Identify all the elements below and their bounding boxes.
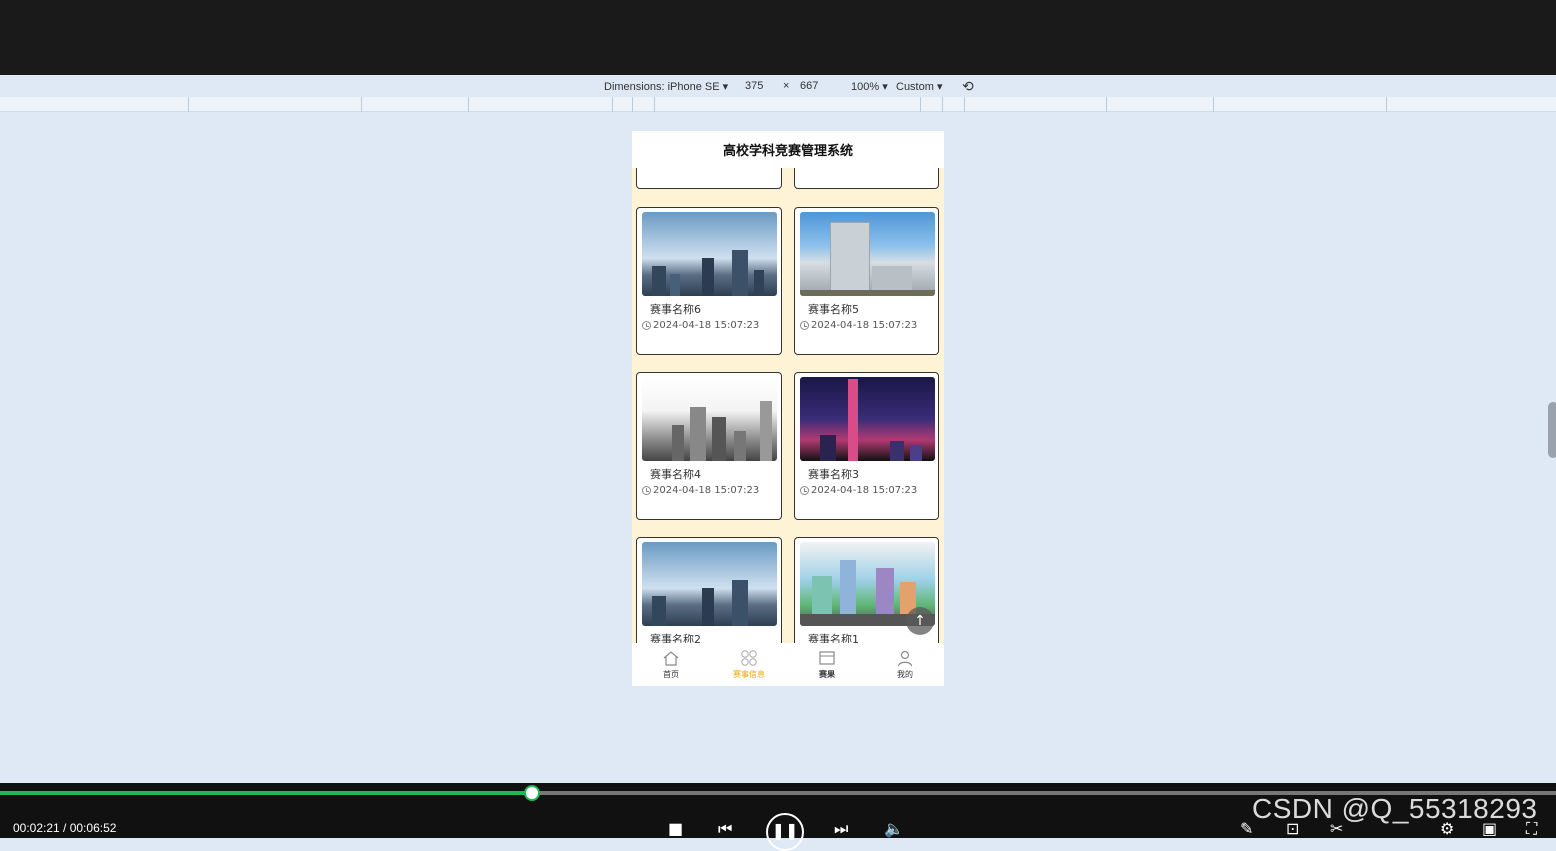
tab-mine[interactable]: 我的 <box>866 643 944 686</box>
competition-name: 赛事名称3 <box>808 468 859 481</box>
competition-name: 赛事名称6 <box>650 303 701 316</box>
grid-icon <box>741 650 757 666</box>
back-to-top-button[interactable]: ↑ <box>906 607 934 635</box>
home-icon <box>663 651 679 666</box>
clock-icon <box>800 321 809 330</box>
page-scrollbar-thumb[interactable] <box>1548 402 1556 458</box>
clock-icon <box>800 486 809 495</box>
throttle-dropdown[interactable]: Custom ▾ <box>896 80 942 93</box>
competition-card[interactable]: 赛事名称4 2024-04-18 15:07:23 <box>636 372 782 520</box>
dimensions-dropdown[interactable]: Dimensions: iPhone SE ▾ <box>604 80 728 93</box>
competition-time: 2024-04-18 15:07:23 <box>642 485 759 496</box>
pause-icon[interactable]: ❚❚ <box>766 813 804 851</box>
media-query-ruler <box>0 97 1556 112</box>
user-icon <box>897 650 913 667</box>
devtools-device-toolbar: Dimensions: iPhone SE ▾ 375 × 667 100% ▾… <box>0 75 1556 97</box>
tab-competition-info[interactable]: 赛事信息 <box>710 643 788 686</box>
previous-icon[interactable]: ⏮ <box>718 819 732 839</box>
width-input[interactable]: 375 <box>745 80 763 92</box>
phone-viewport: 高校学科竞赛管理系统 赛事名称6 2024-04-18 15:07:23 赛事名… <box>632 131 944 686</box>
playback-time: 00:02:21 / 00:06:52 <box>13 821 117 835</box>
tab-results[interactable]: 赛果 <box>788 643 866 686</box>
times-sign: × <box>783 80 790 92</box>
competition-time: 2024-04-18 15:07:23 <box>642 320 759 331</box>
progress-knob[interactable] <box>524 785 541 801</box>
tab-home[interactable]: 首页 <box>632 643 710 686</box>
page-title: 高校学科竞赛管理系统 <box>632 131 944 168</box>
competition-card[interactable]: 赛事名称6 2024-04-18 15:07:23 <box>636 207 782 355</box>
competition-image <box>642 212 777 296</box>
competition-image <box>800 212 935 296</box>
competition-image <box>800 377 935 461</box>
competition-image <box>642 542 777 626</box>
video-top-black-bar <box>0 0 1556 75</box>
competition-time: 2024-04-18 15:07:23 <box>800 320 917 331</box>
clock-icon <box>642 321 651 330</box>
competition-card[interactable]: 赛事名称3 2024-04-18 15:07:23 <box>794 372 939 520</box>
height-input[interactable]: 667 <box>800 80 818 92</box>
competition-image <box>642 377 777 461</box>
progress-fill <box>0 791 533 795</box>
watermark: CSDN @Q_55318293 <box>1252 793 1538 824</box>
clock-icon <box>642 486 651 495</box>
rotate-icon[interactable]: ⟲ <box>962 78 974 95</box>
next-icon[interactable]: ⏭ <box>834 819 848 839</box>
stop-icon[interactable]: ■ <box>668 819 683 838</box>
competition-name: 赛事名称4 <box>650 468 701 481</box>
zoom-dropdown[interactable]: 100% ▾ <box>851 80 888 93</box>
volume-icon[interactable]: 🔈 <box>884 819 904 838</box>
calendar-icon <box>819 651 835 665</box>
competition-name: 赛事名称5 <box>808 303 859 316</box>
bottom-tab-bar: 首页 赛事信息 赛果 我的 <box>632 643 944 686</box>
competition-time: 2024-04-18 15:07:23 <box>800 485 917 496</box>
competition-card[interactable]: 赛事名称5 2024-04-18 15:07:23 <box>794 207 939 355</box>
